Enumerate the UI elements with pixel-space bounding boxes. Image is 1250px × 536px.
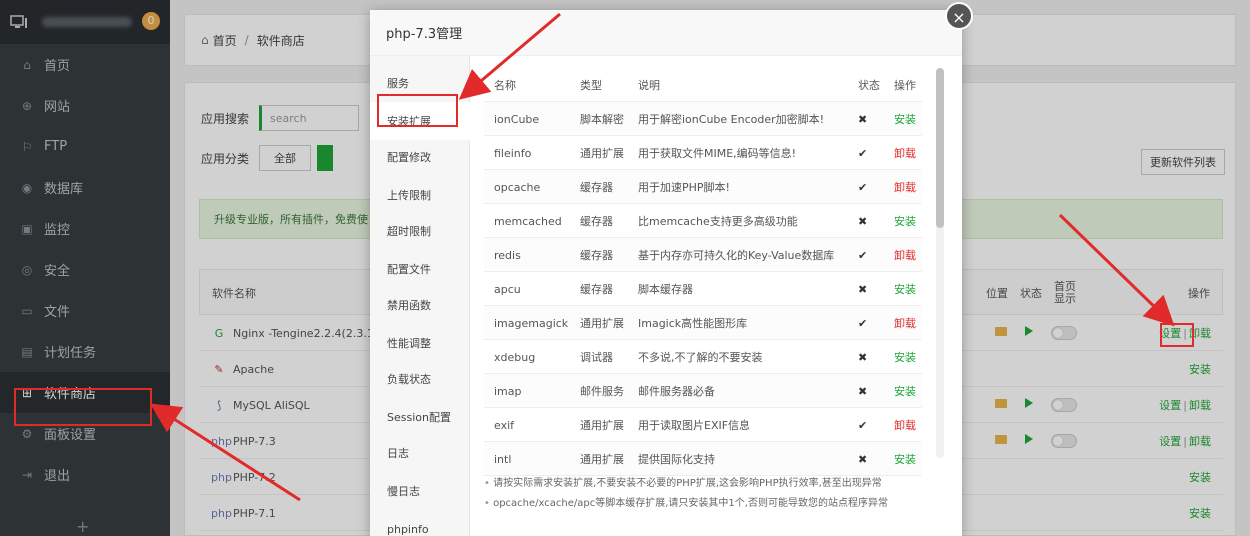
ext-type: 缓存器 [580,215,613,228]
modal-nav-item-6[interactable]: 禁用函数 [370,286,470,324]
ext-name: imagemagick [494,316,569,330]
ext-name: intl [494,452,512,466]
ext-desc: Imagick高性能图形库 [638,317,748,330]
col-op: 操作 [894,79,916,92]
modal-notes: 请按实际需求安装扩展,不要安装不必要的PHP扩展,这会影响PHP执行效率,甚至出… [484,474,944,514]
extensions-table: 名称 类型 说明 状态 操作 ionCube 脚本解密 用于解密ionCube En… [484,68,922,476]
extension-row: redis 缓存器 基于内存亦可持久化的Key-Value数据库 ✔ 卸载 [484,238,922,272]
check-icon: ✔ [858,418,868,432]
modal-nav-item-11[interactable]: 慢日志 [370,472,470,510]
annotation-box-install-ext [377,94,458,127]
ext-type: 邮件服务 [580,385,624,398]
col-name: 名称 [494,79,516,92]
cross-icon: ✖ [858,350,868,364]
extension-row: xdebug 调试器 不多说,不了解的不要安装 ✖ 安装 [484,340,922,374]
install-link[interactable]: 安装 [894,272,916,306]
extensions-table-body: ionCube 脚本解密 用于解密ionCube Encoder加密脚本! ✖ 安装 fi… [484,102,922,476]
modal-nav-item-4[interactable]: 超时限制 [370,212,470,250]
ext-type: 缓存器 [580,283,613,296]
cross-icon: ✖ [858,452,868,466]
extension-row: opcache 缓存器 用于加速PHP脚本! ✔ 卸载 [484,170,922,204]
ext-desc: 用于解密ionCube Encoder加密脚本! [638,113,825,126]
ext-name: exif [494,418,515,432]
col-desc: 说明 [638,79,660,92]
ext-name: apcu [494,282,521,296]
ext-name: imap [494,384,522,398]
check-icon: ✔ [858,316,868,330]
modal-nav: 服务 安装扩展 配置修改 上传限制 超时限制 配置文件 禁用函数 性能调整 负载状态 Sessio… [370,56,470,536]
check-icon: ✔ [858,180,868,194]
ext-desc: 基于内存亦可持久化的Key-Value数据库 [638,249,835,262]
uninstall-link[interactable]: 卸载 [894,238,916,272]
ext-name: fileinfo [494,146,532,160]
cross-icon: ✖ [858,384,868,398]
install-link[interactable]: 安装 [894,442,916,476]
cross-icon: ✖ [858,214,868,228]
cross-icon: ✖ [858,112,868,126]
uninstall-link[interactable]: 卸载 [894,408,916,442]
modal-nav-item-12[interactable]: phpinfo [370,510,470,536]
modal-title: php-7.3管理 [370,10,962,56]
ext-desc: 不多说,不了解的不要安装 [638,351,763,364]
ext-desc: 用于读取图片EXIF信息 [638,419,751,432]
col-type: 类型 [580,79,602,92]
modal-nav-item-8[interactable]: 负载状态 [370,360,470,398]
check-icon: ✔ [858,146,868,160]
ext-name: xdebug [494,350,536,364]
ext-type: 缓存器 [580,249,613,262]
extension-row: fileinfo 通用扩展 用于获取文件MIME,编码等信息! ✔ 卸载 [484,136,922,170]
ext-name: memcached [494,214,562,228]
ext-type: 通用扩展 [580,453,624,466]
check-icon: ✔ [858,248,868,262]
ext-desc: 比memcache支持更多高级功能 [638,215,798,228]
ext-name: opcache [494,180,541,194]
extension-row: intl 通用扩展 提供国际化支持 ✖ 安装 [484,442,922,476]
ext-desc: 用于获取文件MIME,编码等信息! [638,147,797,160]
extension-row: exif 通用扩展 用于读取图片EXIF信息 ✔ 卸载 [484,408,922,442]
ext-type: 调试器 [580,351,613,364]
uninstall-link[interactable]: 卸载 [894,136,916,170]
ext-desc: 用于加速PHP脚本! [638,181,730,194]
ext-type: 脚本解密 [580,113,624,126]
install-link[interactable]: 安装 [894,204,916,238]
modal-nav-item-3[interactable]: 上传限制 [370,176,470,214]
cross-icon: ✖ [858,282,868,296]
annotation-box-settings [1160,323,1194,347]
extension-row: apcu 缓存器 脚本缓存器 ✖ 安装 [484,272,922,306]
ext-type: 通用扩展 [580,147,624,160]
modal-nav-item-7[interactable]: 性能调整 [370,324,470,362]
modal-nav-item-10[interactable]: 日志 [370,434,470,472]
ext-name: ionCube [494,112,540,126]
ext-desc: 邮件服务器必备 [638,385,715,398]
extension-row: ionCube 脚本解密 用于解密ionCube Encoder加密脚本! ✖ 安装 [484,102,922,136]
modal-nav-item-9[interactable]: Session配置 [370,398,470,436]
extension-row: memcached 缓存器 比memcache支持更多高级功能 ✖ 安装 [484,204,922,238]
modal-nav-item-5[interactable]: 配置文件 [370,250,470,288]
extension-row: imap 邮件服务 邮件服务器必备 ✖ 安装 [484,374,922,408]
scrollbar-thumb[interactable] [936,68,944,228]
extension-row: imagemagick 通用扩展 Imagick高性能图形库 ✔ 卸载 [484,306,922,340]
close-icon[interactable]: × [945,2,973,30]
col-status: 状态 [858,79,880,92]
uninstall-link[interactable]: 卸载 [894,170,916,204]
php-manage-modal: php-7.3管理 服务 安装扩展 配置修改 上传限制 超时限制 配置文件 禁用函数 性能调整… [370,10,962,536]
note-1: 请按实际需求安装扩展,不要安装不必要的PHP扩展,这会影响PHP执行效率,甚至出… [484,474,944,494]
note-2: opcache/xcache/apc等脚本缓存扩展,请只安装其中1个,否则可能导… [484,494,944,514]
ext-name: redis [494,248,521,262]
install-link[interactable]: 安装 [894,102,916,136]
extensions-table-header: 名称 类型 说明 状态 操作 [484,68,922,102]
ext-type: 通用扩展 [580,317,624,330]
install-link[interactable]: 安装 [894,374,916,408]
install-link[interactable]: 安装 [894,340,916,374]
ext-type: 通用扩展 [580,419,624,432]
modal-nav-item-2[interactable]: 配置修改 [370,138,470,176]
ext-type: 缓存器 [580,181,613,194]
ext-desc: 脚本缓存器 [638,283,693,296]
ext-desc: 提供国际化支持 [638,453,715,466]
extensions-scrollbar[interactable] [936,68,944,458]
uninstall-link[interactable]: 卸载 [894,306,916,340]
annotation-box-store [14,388,152,426]
